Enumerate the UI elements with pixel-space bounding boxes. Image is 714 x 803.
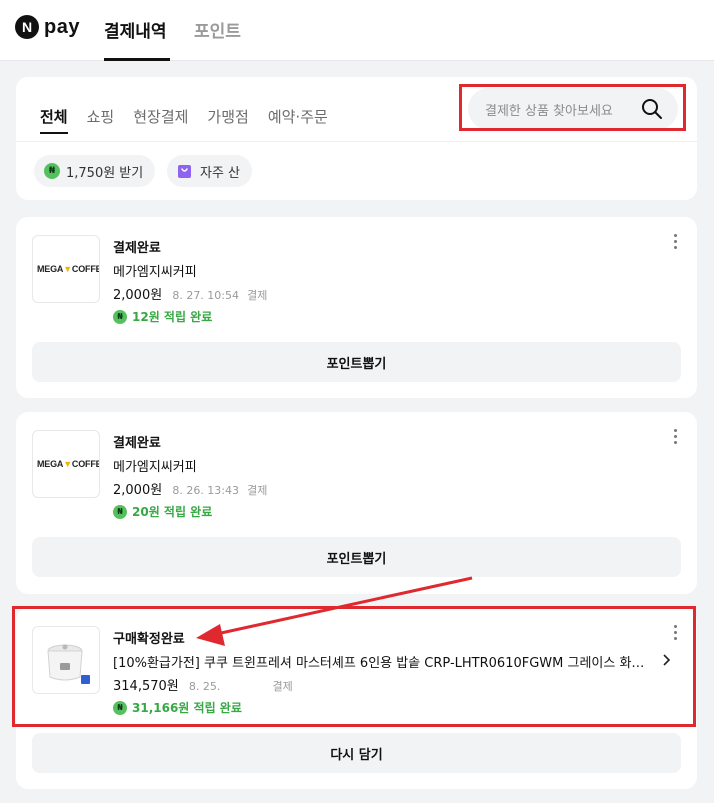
divider <box>16 141 697 142</box>
point-draw-button[interactable]: 포인트뽑기 <box>32 537 681 577</box>
point-reward: ₦ 20원 적립 완료 <box>113 503 212 520</box>
payment-amount: 2,000원 <box>113 288 163 303</box>
merchant-name: 메가엠지씨커피 <box>113 460 197 475</box>
chip-label: 자주 산 <box>200 165 241 181</box>
reward-text: 20원 적립 완료 <box>132 505 213 519</box>
order-card[interactable]: MEGA▼COFFEE 결제완료 메가엠지씨커피 2,000원 8. 27. 1… <box>16 217 697 398</box>
npay-point-icon: ₦ <box>113 309 127 324</box>
merchant-logo: MEGA▼COFFEE <box>32 235 100 303</box>
category-tab-onsite[interactable]: 현장결제 <box>133 106 188 127</box>
npay-logo-text: pay <box>44 15 80 38</box>
category-tab-shopping[interactable]: 쇼핑 <box>87 106 115 127</box>
category-tabs: 전체 쇼핑 현장결제 가맹점 예약·주문 <box>40 99 347 134</box>
merchant-name: 메가엠지씨커피 <box>113 265 197 280</box>
merchant-logo: MEGA▼COFFEE <box>32 430 100 498</box>
category-tab-reservation[interactable]: 예약·주문 <box>268 106 328 127</box>
payment-date: 8. 26. 13:43 <box>172 484 240 497</box>
npay-logo[interactable]: N pay <box>15 15 80 39</box>
npay-logo-mark: N <box>15 15 39 39</box>
reward-text: 12원 적립 완료 <box>132 310 213 324</box>
point-reward-chip[interactable]: ₦ 1,750원 받기 <box>34 155 156 187</box>
shopping-bag-icon <box>178 164 191 178</box>
order-card[interactable]: MEGA▼COFFEE 결제완료 메가엠지씨커피 2,000원 8. 26. 1… <box>16 412 697 594</box>
active-tab-underline <box>104 58 170 61</box>
payment-amount: 2,000원 <box>113 483 163 498</box>
category-tab-merchant[interactable]: 가맹점 <box>207 106 248 127</box>
category-tab-all[interactable]: 전체 <box>40 106 68 134</box>
npay-point-icon: ₦ <box>44 163 60 179</box>
point-draw-button[interactable]: 포인트뽑기 <box>32 342 681 382</box>
search-highlight-box <box>459 84 686 131</box>
tab-payment-history[interactable]: 결제내역 <box>104 17 167 42</box>
frequently-bought-chip[interactable]: 자주 산 <box>167 155 253 187</box>
point-reward: ₦ 12원 적립 완료 <box>113 308 212 325</box>
top-bar: N pay 결제내역 포인트 <box>0 0 714 61</box>
payment-label: 결제 <box>247 484 268 497</box>
add-to-cart-again-button[interactable]: 다시 담기 <box>32 733 681 773</box>
npay-point-icon: ₦ <box>113 504 127 519</box>
tab-points[interactable]: 포인트 <box>194 17 241 42</box>
order-status: 결제완료 <box>113 436 161 451</box>
order-status: 결제완료 <box>113 241 161 256</box>
order-highlight-box <box>12 606 696 727</box>
payment-meta: 2,000원 8. 27. 10:54 결제 <box>113 284 267 303</box>
payment-label: 결제 <box>247 289 268 302</box>
more-options-icon[interactable] <box>674 234 678 250</box>
more-options-icon[interactable] <box>674 429 678 445</box>
payment-date: 8. 27. 10:54 <box>172 289 240 302</box>
payment-meta: 2,000원 8. 26. 13:43 결제 <box>113 479 267 498</box>
chip-label: 1,750원 받기 <box>66 165 144 181</box>
